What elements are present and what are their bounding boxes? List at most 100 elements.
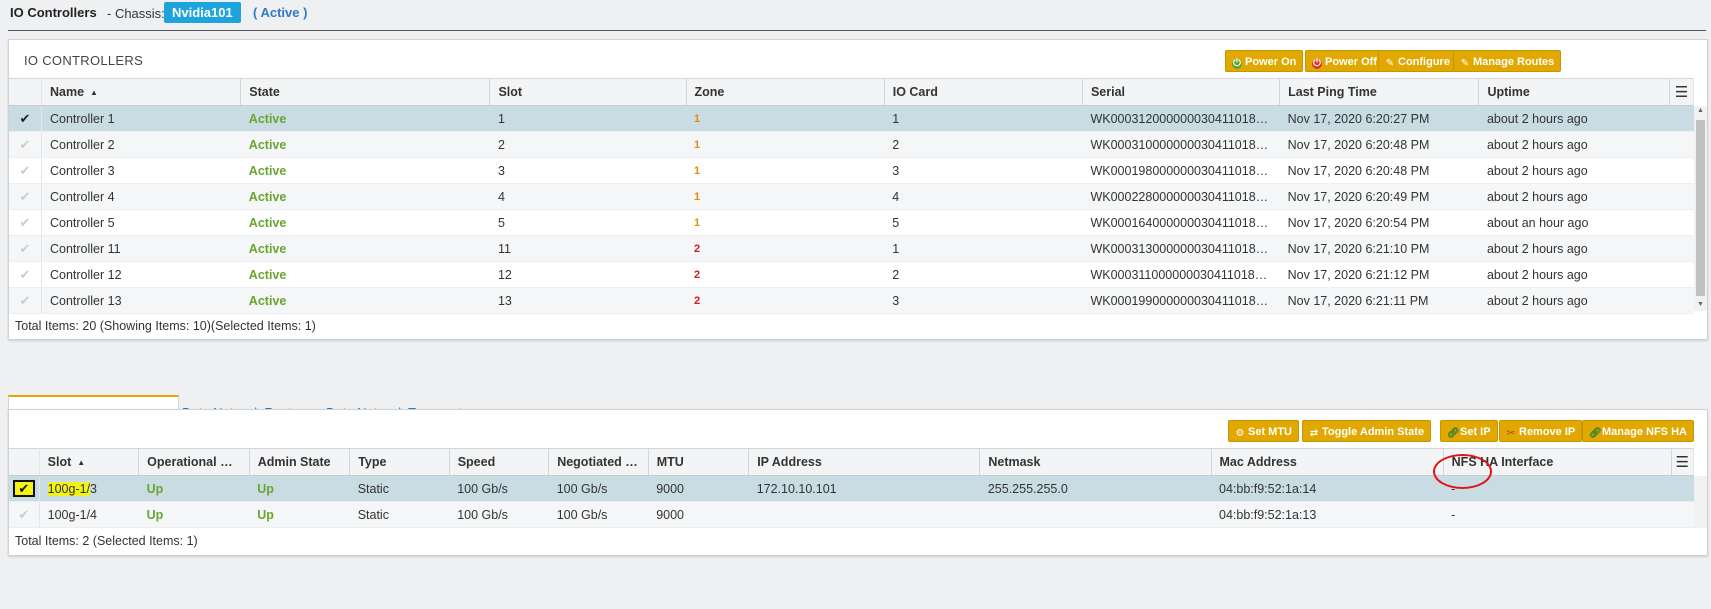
cell-slot: 12	[489, 261, 686, 288]
cell-uptime: about 2 hours ago	[1478, 287, 1670, 314]
cell-negotiated-speed: 100 Gb/s	[548, 475, 649, 502]
row-checkbox[interactable]: ✔	[9, 475, 40, 502]
checkmark-icon: ✔	[19, 214, 31, 230]
column-menu-button[interactable]: ☰	[1671, 448, 1695, 476]
column-header-io-card[interactable]: IO Card	[884, 78, 1083, 106]
select-all-column[interactable]	[9, 448, 40, 476]
row-checkbox[interactable]: ✔	[9, 261, 42, 288]
table-row[interactable]: ✔ Controller 5 Active 5 1 5 WK0001640000…	[9, 209, 1694, 236]
panel-title: IO CONTROLLERS	[24, 53, 144, 68]
column-header-type[interactable]: Type	[349, 448, 450, 476]
cell-io-card: 2	[884, 131, 1083, 158]
cell-name: Controller 13	[41, 287, 241, 314]
remove-ip-button[interactable]: ✂ Remove IP	[1499, 420, 1583, 442]
checkmark-icon: ✔	[19, 136, 31, 152]
table-row[interactable]: ✔ Controller 4 Active 4 1 4 WK0002280000…	[9, 183, 1694, 210]
table-row[interactable]: ✔ Controller 2 Active 2 1 2 WK0003100000…	[9, 131, 1694, 158]
table-row[interactable]: ✔ 100g-1/4 Up Up Static 100 Gb/s 100 Gb/…	[9, 501, 1694, 528]
cell-state: Active	[240, 209, 490, 236]
table-scrollbar[interactable]: ▲ ▼	[1694, 106, 1707, 311]
cell-slot: 4	[489, 183, 686, 210]
table-row[interactable]: ✔ Controller 11 Active 11 2 1 WK00031300…	[9, 235, 1694, 262]
scroll-up-arrow-icon[interactable]: ▲	[1696, 107, 1705, 115]
row-checkbox[interactable]: ✔	[9, 235, 42, 262]
table-row[interactable]: ✔ Controller 12 Active 12 2 2 WK00031100…	[9, 261, 1694, 288]
chassis-badge[interactable]: Nvidia101	[164, 2, 241, 23]
cell-slot: 13	[489, 287, 686, 314]
table-row[interactable]: ✔ 100g-1/3 Up Up Static 100 Gb/s 100 Gb/…	[9, 475, 1694, 502]
row-checkbox[interactable]: ✔	[9, 105, 42, 132]
cell-serial: WK00031200000003041101800000000000	[1082, 105, 1280, 132]
table-header-row: Name ▲ State Slot Zone IO Card Serial Las…	[9, 78, 1694, 106]
table-row[interactable]: ✔ Controller 13 Active 13 2 3 WK00019900…	[9, 287, 1694, 314]
column-header-name[interactable]: Name ▲	[41, 78, 242, 106]
cell-admin-state: Up	[249, 501, 350, 528]
column-header-slot[interactable]: Slot	[489, 78, 687, 106]
column-header-netmask[interactable]: Netmask	[979, 448, 1212, 476]
row-checkbox[interactable]: ✔	[9, 209, 42, 236]
checkmark-icon: ✔	[19, 266, 31, 282]
cell-slot: 2	[489, 131, 686, 158]
power-on-button[interactable]: ⏻ Power On	[1225, 50, 1304, 72]
column-header-state[interactable]: State	[240, 78, 491, 106]
row-checkbox[interactable]: ✔	[9, 157, 42, 184]
column-header-serial[interactable]: Serial	[1082, 78, 1281, 106]
column-header-speed[interactable]: Speed	[449, 448, 550, 476]
cell-zone: 2	[686, 235, 885, 262]
cell-type: Static	[349, 475, 450, 502]
cell-state: Active	[240, 105, 490, 132]
cell-uptime: about 2 hours ago	[1478, 131, 1670, 158]
column-header-mac-address[interactable]: Mac Address	[1211, 448, 1444, 476]
cell-ip-address: 172.10.10.101	[748, 475, 980, 502]
table-row[interactable]: ✔ Controller 1 Active 1 1 1 WK0003120000…	[9, 105, 1694, 132]
select-all-column[interactable]	[9, 78, 42, 106]
configure-button[interactable]: ✎ Configure	[1378, 50, 1457, 72]
set-ip-button[interactable]: 🔗︎Set IP	[1440, 420, 1498, 442]
checkmark-icon: ✔	[18, 506, 30, 522]
cell-serial: WK00031000000003041101800000000000	[1082, 131, 1280, 158]
column-header-mtu[interactable]: MTU	[648, 448, 750, 476]
row-checkbox[interactable]: ✔	[9, 287, 42, 314]
cell-mac-address: 04:bb:f9:52:1a:13	[1211, 501, 1444, 528]
column-menu-button[interactable]: ☰	[1669, 78, 1694, 106]
scroll-down-arrow-icon[interactable]: ▼	[1696, 301, 1705, 309]
cell-name: Controller 11	[41, 235, 241, 262]
chassis-label: - Chassis:	[107, 6, 165, 21]
row-checkbox[interactable]: ✔	[9, 183, 42, 210]
cell-serial: WK00031100000003041101800000000000	[1082, 261, 1280, 288]
column-header-operational-state[interactable]: Operational State	[138, 448, 250, 476]
cell-negotiated-speed: 100 Gb/s	[548, 501, 649, 528]
column-header-negotiated-speed[interactable]: Negotiated Speed	[548, 448, 649, 476]
column-header-slot[interactable]: Slot ▲	[39, 448, 140, 476]
power-off-icon: ⏻	[1312, 58, 1322, 69]
sort-ascending-icon: ▲	[90, 88, 98, 97]
manage-routes-button[interactable]: ✎ Manage Routes	[1453, 50, 1562, 72]
cell-slot: 100g-1/4	[39, 501, 139, 528]
cell-spacer	[1671, 475, 1694, 502]
cell-slot: 11	[489, 235, 686, 262]
power-off-button[interactable]: ⏻ Power Off	[1305, 50, 1384, 72]
column-header-nfs-ha-interface[interactable]: NFS HA Interface	[1443, 448, 1672, 476]
table-row[interactable]: ✔ Controller 3 Active 3 1 3 WK0001980000…	[9, 157, 1694, 184]
page-title: IO Controllers	[10, 5, 97, 20]
manage-nfs-ha-button[interactable]: 🔗︎Manage NFS HA	[1582, 420, 1694, 442]
row-checkbox[interactable]: ✔	[9, 501, 40, 528]
set-mtu-button[interactable]: ⚙ Set MTU	[1228, 420, 1299, 442]
cell-mac-address: 04:bb:f9:52:1a:14	[1211, 475, 1444, 502]
checkmark-icon: ✔	[12, 480, 35, 497]
sort-ascending-icon: ▲	[77, 458, 86, 467]
column-header-last-ping[interactable]: Last Ping Time	[1279, 78, 1480, 106]
column-header-admin-state[interactable]: Admin State	[249, 448, 351, 476]
chassis-status: ( Active )	[253, 5, 308, 20]
row-checkbox[interactable]: ✔	[9, 131, 42, 158]
toggle-admin-state-button[interactable]: ⇄ Toggle Admin State	[1302, 420, 1432, 442]
cell-last-ping: Nov 17, 2020 6:20:48 PM	[1279, 157, 1479, 184]
scroll-thumb[interactable]	[1696, 120, 1705, 296]
cell-io-card: 5	[884, 209, 1083, 236]
cell-slot: 1	[489, 105, 686, 132]
column-header-ip-address[interactable]: IP Address	[748, 448, 981, 476]
column-header-uptime[interactable]: Uptime	[1478, 78, 1671, 106]
cell-name: Controller 3	[41, 157, 241, 184]
column-header-zone[interactable]: Zone	[686, 78, 885, 106]
table-scrollbar[interactable]	[1694, 476, 1707, 528]
